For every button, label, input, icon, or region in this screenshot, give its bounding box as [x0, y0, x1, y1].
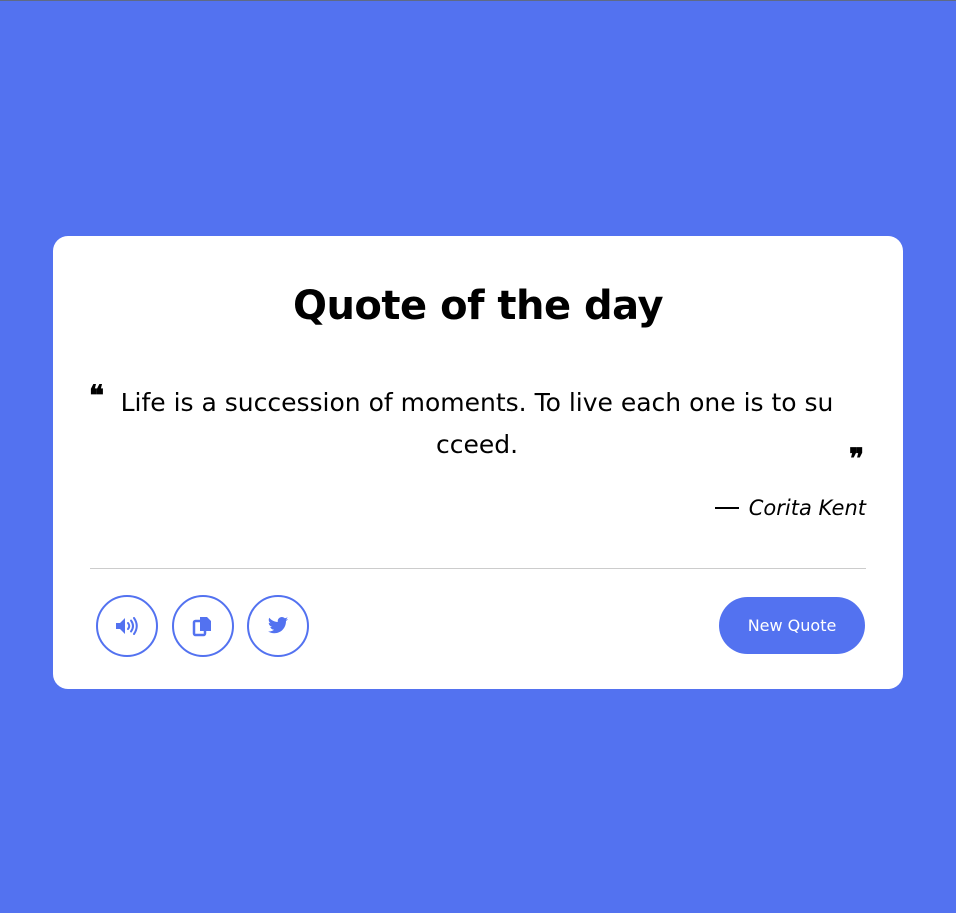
speak-button[interactable]	[96, 595, 158, 657]
divider	[90, 568, 866, 569]
new-quote-button[interactable]: New Quote	[719, 597, 865, 654]
copy-button[interactable]	[172, 595, 234, 657]
quote-card: Quote of the day ❝ Life is a succession …	[53, 236, 903, 689]
twitter-icon	[267, 616, 289, 636]
close-quote-icon: ❞	[849, 442, 865, 475]
open-quote-icon: ❝	[89, 379, 105, 412]
author-dash	[714, 507, 739, 509]
author-line: Corita Kent	[714, 493, 866, 523]
quote-text: Life is a succession of moments. To live…	[120, 388, 834, 459]
volume-icon	[114, 615, 140, 637]
copy-icon	[192, 615, 214, 637]
twitter-button[interactable]	[247, 595, 309, 657]
page-title: Quote of the day	[292, 283, 664, 329]
author-name: Corita Kent	[748, 496, 866, 520]
